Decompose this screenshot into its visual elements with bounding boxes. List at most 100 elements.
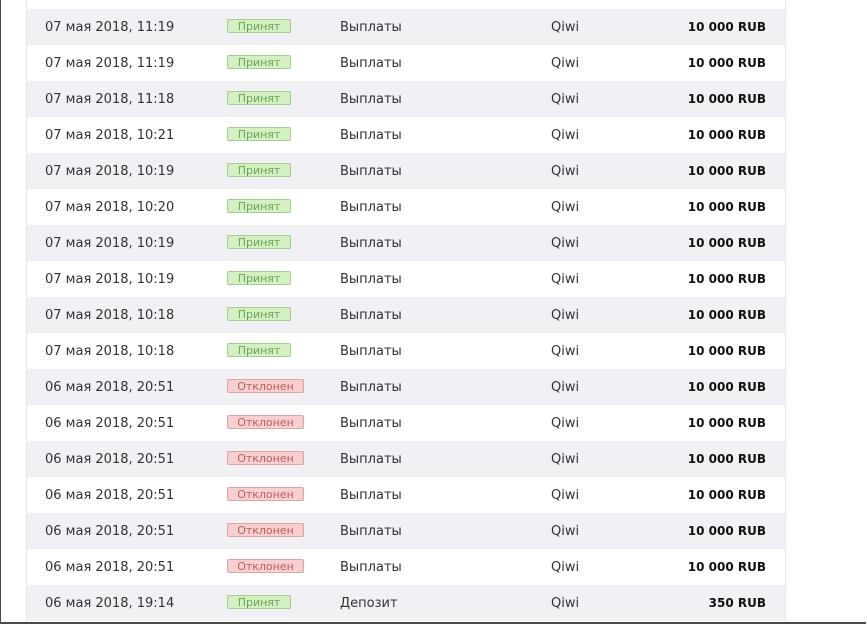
table-row: 06 мая 2018, 20:51 Отклонен Выплаты Qiwi 10 … [27, 477, 785, 513]
table-row: 07 мая 2018, 10:21 Принят Выплаты Qiwi 10 00… [27, 117, 785, 153]
status-cell: Принят [227, 55, 291, 70]
status-badge: Принят [227, 343, 291, 357]
transaction-type: Выплаты [340, 163, 402, 179]
status-cell: Принят [227, 271, 291, 286]
transaction-date: 06 мая 2018, 19:14 [45, 595, 175, 611]
transaction-type: Выплаты [340, 307, 402, 323]
transaction-amount: 10 000 RUB [687, 164, 766, 178]
transaction-type: Выплаты [340, 343, 402, 359]
transaction-amount: 10 000 RUB [687, 272, 766, 286]
transaction-date: 07 мая 2018, 10:18 [45, 307, 175, 323]
transaction-date: 06 мая 2018, 20:51 [45, 379, 175, 395]
transaction-type: Выплаты [340, 235, 402, 251]
transaction-date: 07 мая 2018, 11:19 [45, 19, 175, 35]
table-row: 07 мая 2018, 10:19 Принят Выплаты Qiwi 10 00… [27, 225, 785, 261]
transaction-type: Выплаты [340, 523, 402, 539]
transaction-type: Выплаты [340, 415, 402, 431]
table-row: 07 мая 2018, 10:18 Принят Выплаты Qiwi 10 00… [27, 333, 785, 369]
table-row: 07 мая 2018, 10:18 Принят Выплаты Qiwi 10 00… [27, 297, 785, 333]
table-row: 07 мая 2018, 11:18 Принят Выплаты Qiwi 10 00… [27, 81, 785, 117]
table-row: 07 мая 2018, 10:19 Принят Выплаты Qiwi 10 00… [27, 153, 785, 189]
status-badge: Принят [227, 235, 291, 249]
transactions-table: 07 мая 2018, 11:19 Принят Выплаты Qiwi 10 00… [26, 9, 786, 621]
status-badge: Принят [227, 55, 291, 69]
status-cell: Отклонен [227, 379, 304, 394]
payment-method: Qiwi [551, 487, 580, 503]
transaction-type: Выплаты [340, 199, 402, 215]
status-badge: Принят [227, 127, 291, 141]
transaction-amount: 10 000 RUB [687, 308, 766, 322]
payment-method: Qiwi [551, 343, 580, 359]
status-cell: Принят [227, 595, 291, 610]
payment-method: Qiwi [551, 19, 580, 35]
transaction-type: Выплаты [340, 55, 402, 71]
status-badge: Отклонен [227, 523, 304, 537]
transaction-amount: 10 000 RUB [687, 560, 766, 574]
transaction-date: 06 мая 2018, 20:51 [45, 487, 175, 503]
table-row: 06 мая 2018, 20:51 Отклонен Выплаты Qiwi 10 … [27, 513, 785, 549]
status-cell: Отклонен [227, 523, 304, 538]
payment-method: Qiwi [551, 163, 580, 179]
transaction-type: Выплаты [340, 559, 402, 575]
transaction-date: 07 мая 2018, 10:19 [45, 163, 175, 179]
status-badge: Отклонен [227, 415, 304, 429]
status-cell: Принят [227, 199, 291, 214]
payment-method: Qiwi [551, 271, 580, 287]
table-row: 07 мая 2018, 10:19 Принят Выплаты Qiwi 10 00… [27, 261, 785, 297]
payment-method: Qiwi [551, 127, 580, 143]
transaction-type: Выплаты [340, 451, 402, 467]
payment-method: Qiwi [551, 451, 580, 467]
table-row: 07 мая 2018, 10:20 Принят Выплаты Qiwi 10 00… [27, 189, 785, 225]
status-cell: Принят [227, 19, 291, 34]
transaction-amount: 10 000 RUB [687, 524, 766, 538]
status-badge: Принят [227, 271, 291, 285]
table-row: 06 мая 2018, 20:51 Отклонен Выплаты Qiwi 10 … [27, 441, 785, 477]
payment-method: Qiwi [551, 235, 580, 251]
transaction-type: Выплаты [340, 19, 402, 35]
transaction-date: 07 мая 2018, 10:18 [45, 343, 175, 359]
payment-method: Qiwi [551, 91, 580, 107]
status-badge: Принят [227, 307, 291, 321]
status-cell: Принят [227, 91, 291, 106]
transaction-date: 07 мая 2018, 10:19 [45, 271, 175, 287]
transaction-date: 07 мая 2018, 11:19 [45, 55, 175, 71]
transaction-amount: 10 000 RUB [687, 416, 766, 430]
table-top-edge [26, 0, 786, 9]
payment-method: Qiwi [551, 307, 580, 323]
status-cell: Принят [227, 127, 291, 142]
status-badge: Отклонен [227, 559, 304, 573]
status-cell: Принят [227, 235, 291, 250]
transaction-type: Выплаты [340, 91, 402, 107]
status-cell: Отклонен [227, 487, 304, 502]
transaction-type: Выплаты [340, 127, 402, 143]
status-badge: Отклонен [227, 451, 304, 465]
status-cell: Принят [227, 343, 291, 358]
transaction-date: 06 мая 2018, 20:51 [45, 559, 175, 575]
transaction-amount: 10 000 RUB [687, 344, 766, 358]
status-badge: Принят [227, 91, 291, 105]
status-badge: Принят [227, 199, 291, 213]
status-cell: Отклонен [227, 559, 304, 574]
status-badge: Отклонен [227, 487, 304, 501]
transaction-amount: 10 000 RUB [687, 488, 766, 502]
transaction-amount: 10 000 RUB [687, 236, 766, 250]
payment-method: Qiwi [551, 523, 580, 539]
status-cell: Отклонен [227, 451, 304, 466]
status-badge: Отклонен [227, 379, 304, 393]
transaction-amount: 350 RUB [708, 596, 766, 610]
transaction-date: 07 мая 2018, 11:18 [45, 91, 175, 107]
transaction-amount: 10 000 RUB [687, 380, 766, 394]
page-frame: 07 мая 2018, 11:19 Принят Выплаты Qiwi 10 00… [0, 0, 866, 624]
status-badge: Принят [227, 19, 291, 33]
table-row: 06 мая 2018, 20:51 Отклонен Выплаты Qiwi 10 … [27, 369, 785, 405]
status-badge: Принят [227, 595, 291, 609]
transaction-type: Выплаты [340, 271, 402, 287]
table-row: 06 мая 2018, 20:51 Отклонен Выплаты Qiwi 10 … [27, 549, 785, 585]
payment-method: Qiwi [551, 559, 580, 575]
transaction-date: 06 мая 2018, 20:51 [45, 451, 175, 467]
table-row: 07 мая 2018, 11:19 Принят Выплаты Qiwi 10 00… [27, 9, 785, 45]
table-row: 07 мая 2018, 11:19 Принят Выплаты Qiwi 10 00… [27, 45, 785, 81]
status-cell: Принят [227, 163, 291, 178]
transaction-type: Выплаты [340, 487, 402, 503]
status-cell: Принят [227, 307, 291, 322]
